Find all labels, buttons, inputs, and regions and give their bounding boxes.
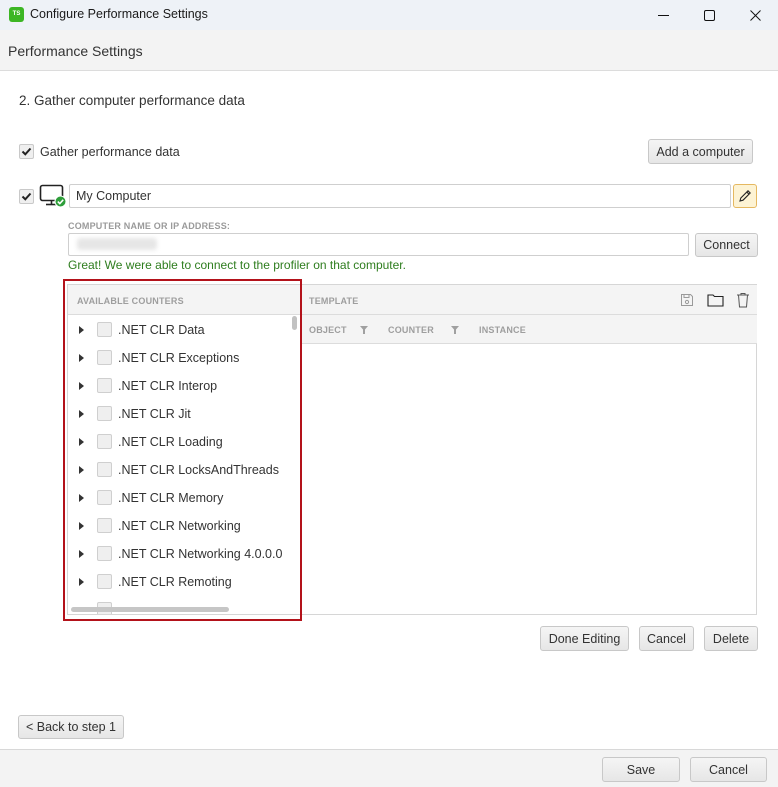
folder-icon (706, 294, 724, 307)
save-icon (681, 294, 693, 306)
expand-arrow-icon[interactable] (79, 494, 84, 502)
add-computer-button[interactable]: Add a computer (648, 139, 753, 164)
column-object[interactable]: OBJECT (309, 325, 347, 335)
computer-enabled-checkbox[interactable] (19, 189, 34, 204)
window-title: Configure Performance Settings (30, 7, 208, 21)
counter-label: .NET CLR Interop (118, 379, 218, 393)
counter-checkbox[interactable] (97, 546, 112, 561)
page-title: Performance Settings (8, 43, 143, 59)
expand-arrow-icon[interactable] (79, 326, 84, 334)
back-to-step-1-button[interactable]: < Back to step 1 (18, 715, 124, 739)
counter-label: .NET CLR LocksAndThreads (118, 463, 279, 477)
counter-checkbox[interactable] (97, 434, 112, 449)
save-template-button[interactable] (678, 291, 696, 309)
counter-item[interactable]: .NET CLR Networking (68, 512, 293, 540)
filter-icon[interactable] (360, 326, 368, 334)
expand-arrow-icon[interactable] (79, 550, 84, 558)
column-counter[interactable]: COUNTER (388, 325, 434, 335)
expand-arrow-icon[interactable] (79, 382, 84, 390)
counters-vertical-scrollbar[interactable] (292, 316, 297, 330)
counter-checkbox[interactable] (97, 406, 112, 421)
column-instance[interactable]: INSTANCE (479, 325, 526, 335)
counter-label: .NET CLR Remoting (118, 575, 232, 589)
expand-arrow-icon[interactable] (79, 438, 84, 446)
counters-horizontal-scrollbar[interactable] (71, 607, 229, 612)
available-counters-header: AVAILABLE COUNTERS (68, 285, 301, 315)
expand-arrow-icon[interactable] (79, 410, 84, 418)
close-button[interactable] (732, 0, 778, 30)
counter-checkbox[interactable] (97, 462, 112, 477)
checkmark-icon (21, 192, 32, 201)
gather-performance-label: Gather performance data (40, 145, 180, 159)
step-title: 2. Gather computer performance data (19, 93, 245, 108)
counter-label: .NET CLR Memory (118, 491, 224, 505)
filter-icon[interactable] (451, 326, 459, 334)
cancel-button[interactable]: Cancel (690, 757, 767, 782)
counter-item[interactable]: .NET CLR Remoting (68, 568, 293, 596)
expand-arrow-icon[interactable] (79, 522, 84, 530)
minimize-icon (657, 14, 669, 16)
title-bar: TS Configure Performance Settings (0, 0, 778, 30)
counter-item[interactable]: .NET CLR Loading (68, 428, 293, 456)
counter-item[interactable]: .NET CLR Interop (68, 372, 293, 400)
counter-label: .NET CLR Exceptions (118, 351, 240, 365)
computer-name-input[interactable]: My Computer (69, 184, 731, 208)
done-editing-button[interactable]: Done Editing (540, 626, 629, 651)
counter-label: .NET CLR Networking (118, 519, 241, 533)
minimize-button[interactable] (640, 0, 686, 30)
maximize-button[interactable] (686, 0, 732, 30)
counter-label: .NET CLR Jit (118, 407, 191, 421)
connect-button[interactable]: Connect (695, 233, 758, 257)
counter-label: .NET CLR Loading (118, 435, 223, 449)
computer-address-label: COMPUTER NAME OR IP ADDRESS: (68, 221, 231, 231)
app-logo-icon: TS (9, 7, 24, 22)
template-column-headers: OBJECT COUNTER INSTANCE (301, 315, 757, 344)
expand-arrow-icon[interactable] (79, 354, 84, 362)
counter-checkbox[interactable] (97, 574, 112, 589)
counter-item[interactable]: .NET CLR Exceptions (68, 344, 293, 372)
expand-arrow-icon[interactable] (79, 578, 84, 586)
counter-item[interactable]: .NET CLR LocksAndThreads (68, 456, 293, 484)
computer-address-input[interactable] (68, 233, 689, 256)
monitor-connected-icon (39, 184, 67, 208)
computer-name-value: My Computer (76, 189, 152, 203)
trash-icon (737, 293, 749, 308)
counter-item[interactable]: .NET CLR Data (68, 316, 293, 344)
counter-label: .NET CLR Data (118, 323, 205, 337)
counter-label: .NET CLR Networking 4.0.0.0 (118, 547, 283, 561)
maximize-icon (703, 9, 715, 21)
template-title: TEMPLATE (309, 296, 359, 306)
open-template-button[interactable] (706, 291, 724, 309)
connection-status-message: Great! We were able to connect to the pr… (68, 258, 406, 272)
close-icon (749, 9, 761, 21)
available-counters-title: AVAILABLE COUNTERS (77, 296, 184, 306)
available-counters-tree: .NET CLR Data .NET CLR Exceptions .NET C… (68, 316, 301, 614)
template-header: TEMPLATE (301, 285, 757, 315)
delete-template-button[interactable] (734, 291, 752, 309)
delete-computer-button[interactable]: Delete (704, 626, 758, 651)
expand-arrow-icon[interactable] (79, 466, 84, 474)
edit-computer-button[interactable] (733, 184, 757, 208)
save-button[interactable]: Save (602, 757, 680, 782)
checkmark-icon (21, 147, 32, 156)
counter-item[interactable]: .NET CLR Networking 4.0.0.0 (68, 540, 293, 568)
counter-checkbox[interactable] (97, 378, 112, 393)
counter-item[interactable]: .NET CLR Jit (68, 400, 293, 428)
counter-checkbox[interactable] (97, 350, 112, 365)
cancel-editing-button[interactable]: Cancel (639, 626, 694, 651)
counter-item[interactable]: .NET CLR Memory (68, 484, 293, 512)
redacted-address (77, 238, 157, 250)
counter-checkbox[interactable] (97, 490, 112, 505)
gather-performance-checkbox[interactable] (19, 144, 34, 159)
pencil-icon (739, 190, 751, 202)
counter-checkbox[interactable] (97, 518, 112, 533)
page-header: Performance Settings (0, 30, 778, 71)
counter-checkbox[interactable] (97, 322, 112, 337)
counters-panel: AVAILABLE COUNTERS TEMPLATE OBJECT COUNT… (67, 284, 757, 615)
